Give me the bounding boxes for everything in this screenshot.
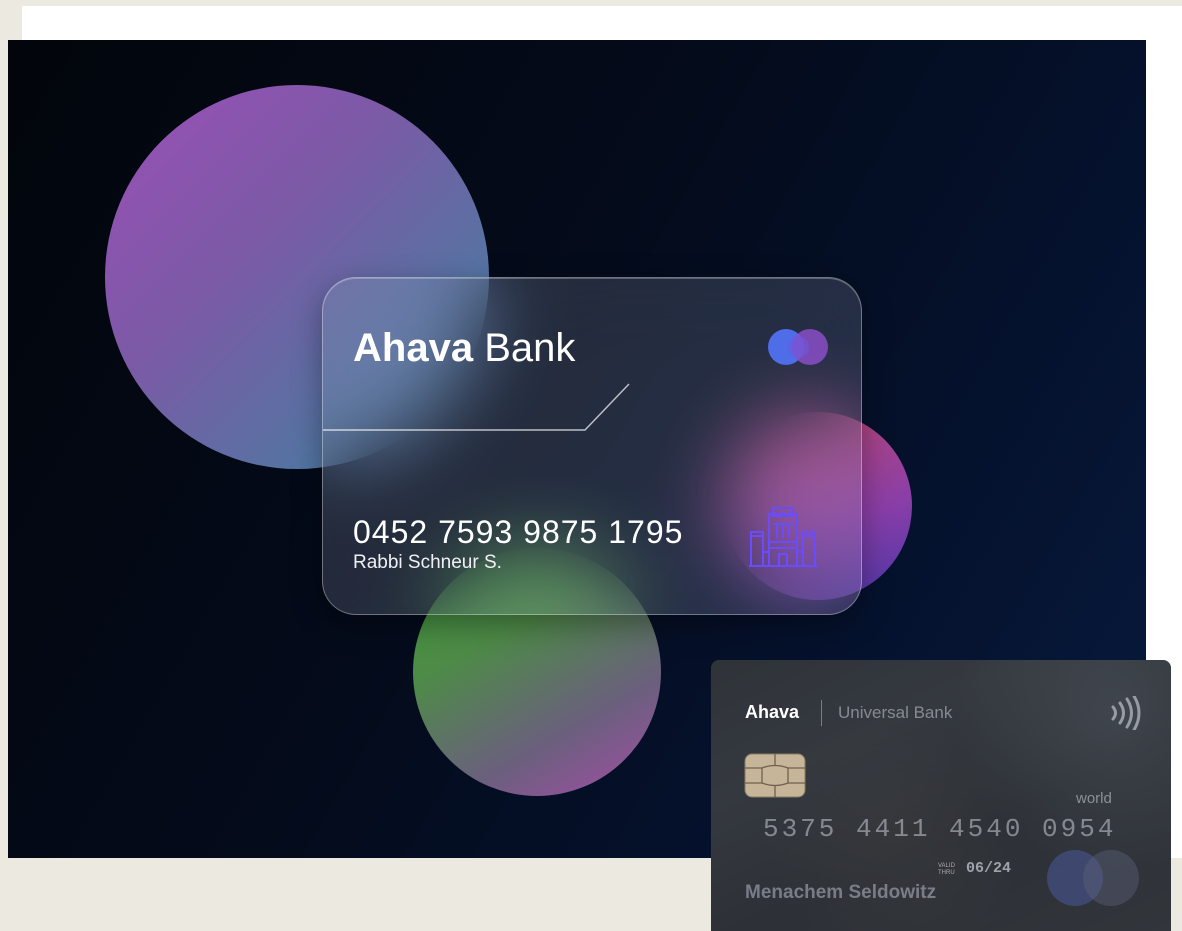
mastercard-logo-icon	[1047, 850, 1139, 906]
brand-bold: Ahava	[353, 326, 474, 370]
photo-credit-card: Ahava Universal Bank world 5375 4411 454…	[711, 660, 1171, 931]
card-tier: world	[1076, 790, 1112, 807]
glass-credit-card: Ahava Bank 0452 7593 9875 1795 Rabbi Sch…	[322, 277, 862, 615]
chip-icon	[744, 753, 806, 798]
valid-label-line2: THRU	[938, 870, 955, 876]
card-bank-name: Universal Bank	[838, 703, 953, 722]
card-brand: Ahava Bank	[353, 326, 575, 370]
cardholder-name: Menachem Seldowitz	[745, 882, 937, 903]
valid-thru-label: VALID THRU	[938, 863, 955, 877]
contactless-icon	[1111, 696, 1141, 730]
cardholder-name: Rabbi Schneur S.	[353, 552, 502, 573]
brand-light: Bank	[484, 326, 576, 370]
card-number: 5375 4411 4540 0954	[763, 814, 1117, 844]
card-number: 0452 7593 9875 1795	[353, 514, 684, 550]
valid-label-line1: VALID	[938, 863, 955, 869]
card-brand: Ahava	[745, 702, 800, 722]
mastercard-logo-icon	[768, 329, 828, 365]
expiry-date: 06/24	[966, 860, 1012, 877]
brand-divider	[821, 700, 822, 726]
temple-icon	[749, 507, 817, 567]
card-decor-line	[323, 383, 630, 431]
